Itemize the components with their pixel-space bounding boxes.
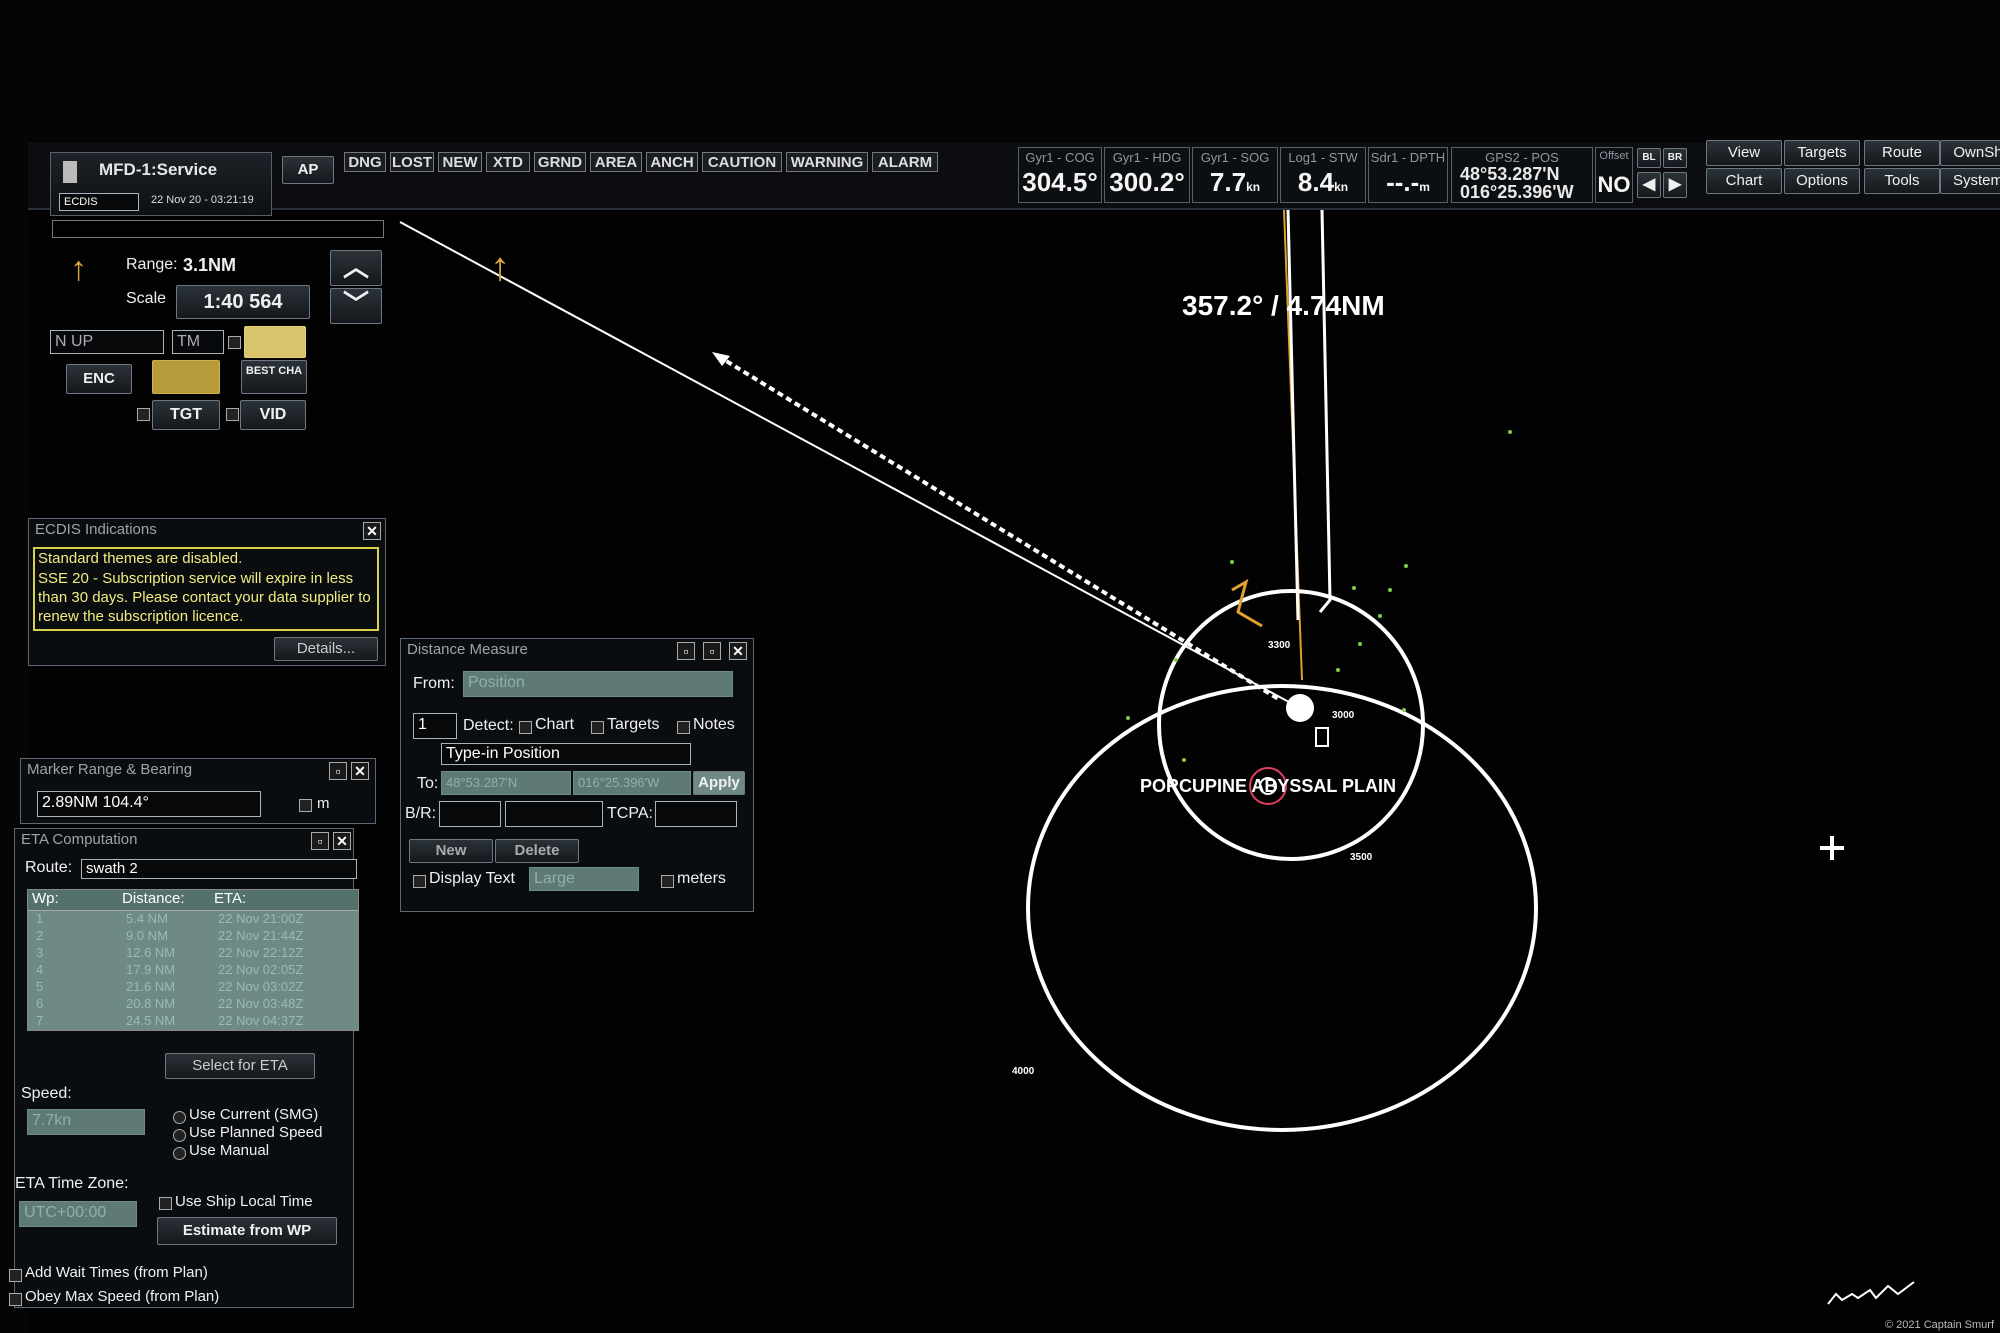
range-ring-outer [1026, 684, 1538, 1132]
chart-canvas[interactable]: ↑ [0, 0, 2000, 1333]
bearing-distance-label: 357.2° / 4.74NM [1182, 290, 1385, 321]
depth-label: 3000 [1332, 710, 1355, 721]
range-ring-inner [1157, 589, 1425, 861]
marker-icon [1315, 727, 1329, 747]
copyright: © 2021 Captain Smurf [1885, 1319, 1994, 1331]
depth-label: 3300 [1268, 640, 1291, 651]
depth-label: 4000 [1012, 1066, 1035, 1077]
cog-line [1286, 209, 1300, 621]
place-name-label: PORCUPINE ABYSSAL PLAIN [1140, 776, 1397, 796]
bearing-line [399, 221, 1301, 709]
north-marker-icon: ↑ [490, 245, 510, 289]
signature-squiggle [1827, 1281, 1915, 1305]
ship-track [716, 354, 1282, 702]
route-line [1318, 209, 1332, 613]
depth-label: 3500 [1350, 852, 1373, 863]
ownship-icon [1286, 694, 1314, 722]
